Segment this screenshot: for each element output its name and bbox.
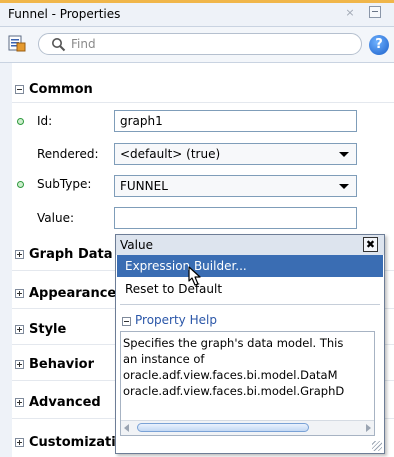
title-accent-bar (0, 0, 394, 3)
scrollbar-thumb[interactable] (137, 423, 309, 432)
panel-title-bar: Funnel - Properties × (0, 0, 394, 27)
expand-icon[interactable] (15, 360, 24, 369)
property-help-text: Specifies the graph's data model. This a… (123, 336, 345, 398)
subtype-select[interactable]: FUNNEL (114, 175, 357, 197)
properties-toolbar: ? (0, 27, 394, 63)
section-common[interactable]: Common (12, 77, 394, 103)
search-box[interactable] (38, 33, 362, 55)
property-help-title[interactable]: Property Help (135, 313, 217, 327)
expand-icon[interactable] (15, 250, 24, 259)
menu-item-reset-to-default[interactable]: Reset to Default (117, 278, 383, 300)
properties-sheet-icon[interactable] (8, 34, 26, 52)
scroll-left-arrow-icon[interactable] (124, 424, 129, 432)
expand-icon[interactable] (15, 438, 24, 447)
value-popup: Value ✖ Expression Builder... Reset to D… (115, 234, 385, 454)
scroll-right-arrow-icon[interactable] (366, 424, 371, 432)
close-icon[interactable]: × (343, 6, 357, 20)
section-label: Common (29, 82, 93, 97)
expand-icon[interactable] (15, 289, 24, 298)
menu-item-expression-builder[interactable]: Expression Builder... (117, 255, 383, 277)
chevron-down-icon[interactable] (339, 152, 349, 157)
close-icon[interactable]: ✖ (363, 237, 378, 252)
property-help-text-area[interactable]: Specifies the graph's data model. This a… (120, 331, 375, 436)
popup-title: Value (120, 238, 153, 252)
menu-item-label: Reset to Default (125, 282, 223, 296)
subtype-label: SubType: (37, 177, 92, 191)
mouse-pointer-icon (188, 266, 201, 286)
section-label: Behavior (29, 357, 95, 372)
popup-header: Value ✖ (116, 235, 384, 255)
horizontal-scrollbar[interactable] (121, 420, 374, 435)
section-label: Advanced (29, 395, 101, 410)
left-gutter (0, 63, 12, 457)
panel-title: Funnel - Properties (8, 7, 121, 21)
section-label: Graph Data (29, 247, 113, 262)
expand-icon[interactable] (15, 325, 24, 334)
section-divider (12, 102, 394, 103)
chevron-down-icon[interactable] (339, 184, 349, 189)
rendered-label: Rendered: (37, 147, 99, 161)
search-icon (52, 38, 66, 52)
rendered-select[interactable]: <default> (true) (114, 143, 357, 165)
value-label: Value: (37, 211, 74, 225)
resize-grip-icon[interactable] (372, 441, 382, 451)
help-icon[interactable]: ? (369, 35, 389, 55)
rendered-value: <default> (true) (120, 147, 221, 161)
menu-separator (120, 304, 380, 305)
expand-icon[interactable] (15, 398, 24, 407)
required-dot-icon (17, 118, 24, 125)
collapse-icon[interactable] (122, 317, 131, 326)
section-label: Style (29, 322, 67, 337)
search-input[interactable] (71, 35, 291, 53)
value-field[interactable] (114, 207, 357, 229)
id-field[interactable]: graph1 (114, 110, 357, 132)
subtype-value: FUNNEL (120, 179, 168, 193)
minimize-button[interactable] (369, 6, 381, 18)
id-label: Id: (37, 114, 53, 128)
required-dot-icon (17, 181, 24, 188)
collapse-icon[interactable] (15, 85, 24, 94)
section-label: Appearance (29, 286, 117, 301)
